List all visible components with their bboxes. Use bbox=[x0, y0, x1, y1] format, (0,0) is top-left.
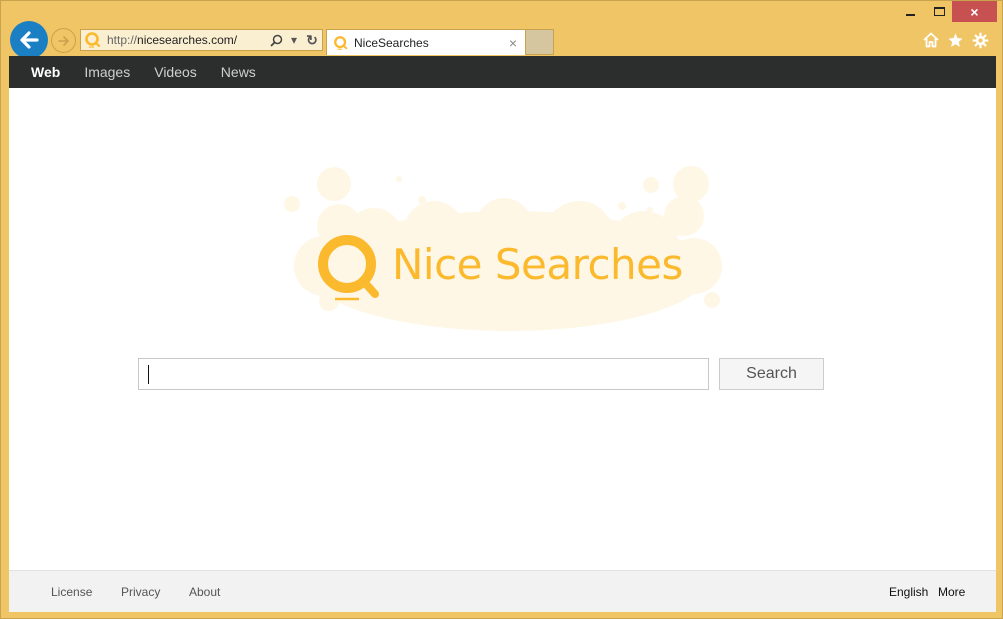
url-protocol: http:// bbox=[107, 33, 138, 47]
nav-images[interactable]: Images bbox=[84, 64, 130, 80]
search-icon[interactable] bbox=[268, 32, 284, 48]
browser-window: × http://nicesearches.com/ ▾ ↻ NiceSearc… bbox=[0, 0, 1003, 619]
close-tab-icon[interactable]: × bbox=[504, 35, 522, 51]
minimize-icon bbox=[905, 13, 915, 16]
footer: License Privacy About English More bbox=[9, 570, 996, 612]
more-link[interactable]: More bbox=[938, 585, 965, 599]
tab-title: NiceSearches bbox=[354, 35, 429, 50]
star-icon[interactable] bbox=[946, 31, 964, 49]
tab-nicesearches[interactable]: NiceSearches × bbox=[326, 29, 526, 55]
tab-favicon-icon bbox=[334, 35, 348, 50]
forward-arrow-icon bbox=[57, 35, 69, 46]
logo-text: Nice Searches bbox=[392, 240, 683, 289]
back-arrow-icon bbox=[20, 31, 39, 49]
nav-news[interactable]: News bbox=[221, 64, 256, 80]
new-tab-button[interactable] bbox=[526, 29, 554, 55]
url-text[interactable]: http://nicesearches.com/ bbox=[107, 33, 268, 47]
forward-button[interactable] bbox=[51, 28, 76, 53]
url-domain: nicesearches.com/ bbox=[137, 33, 238, 47]
text-caret bbox=[148, 365, 149, 384]
footer-link-about[interactable]: About bbox=[189, 585, 220, 599]
close-window-button[interactable]: × bbox=[952, 1, 997, 22]
footer-link-privacy[interactable]: Privacy bbox=[121, 585, 160, 599]
home-icon[interactable] bbox=[922, 31, 940, 49]
footer-link-license[interactable]: License bbox=[51, 585, 92, 599]
gear-icon[interactable] bbox=[971, 31, 989, 49]
site-favicon-icon bbox=[85, 32, 101, 48]
page-viewport: Web Images Videos News Nice Searches Sea… bbox=[9, 56, 996, 612]
nav-videos[interactable]: Videos bbox=[154, 64, 197, 80]
refresh-icon[interactable]: ↻ bbox=[304, 32, 320, 48]
search-button[interactable]: Search bbox=[719, 358, 824, 390]
minimize-button[interactable] bbox=[897, 1, 923, 22]
maximize-button[interactable] bbox=[926, 1, 952, 22]
search-input[interactable] bbox=[138, 358, 709, 390]
back-button[interactable] bbox=[10, 21, 48, 59]
address-bar[interactable]: http://nicesearches.com/ ▾ ↻ bbox=[80, 29, 323, 51]
category-nav: Web Images Videos News bbox=[9, 56, 996, 88]
nav-web[interactable]: Web bbox=[31, 64, 60, 80]
dropdown-icon[interactable]: ▾ bbox=[286, 32, 302, 48]
language-selector[interactable]: English bbox=[889, 585, 928, 599]
site-logo: Nice Searches bbox=[274, 156, 734, 336]
maximize-icon bbox=[933, 7, 945, 16]
